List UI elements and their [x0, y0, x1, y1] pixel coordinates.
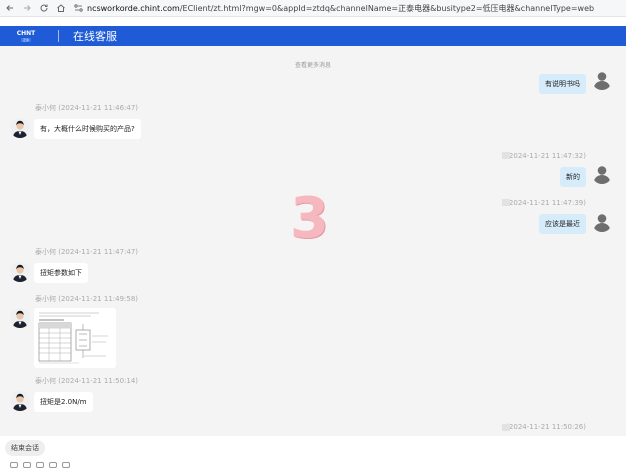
step-number-overlay: 3 — [290, 186, 329, 251]
message-meta: (2024-11-21 11:47:39) — [506, 199, 586, 207]
page-title: 在线客服 — [73, 30, 117, 43]
file-upload-icon[interactable] — [36, 462, 44, 468]
message-meta: 泰小何 (2024-11-21 11:50:14) — [35, 377, 139, 385]
screenshot-icon[interactable] — [49, 462, 57, 468]
logo-subtext: 正泰 — [20, 37, 31, 42]
forward-arrow-icon[interactable] — [20, 1, 34, 15]
message-meta: 泰小何 (2024-11-21 11:46:47) — [35, 104, 139, 112]
image-upload-icon[interactable] — [23, 462, 31, 468]
message-meta: 泰小何 (2024-11-21 11:47:47) — [35, 248, 139, 256]
browser-toolbar: ncsworkorde.chint.com/EClient/zt.html?mg… — [0, 0, 626, 17]
agent-avatar-icon — [10, 391, 30, 411]
input-toolbar — [10, 462, 70, 468]
user-avatar-icon — [592, 164, 612, 184]
home-icon[interactable] — [54, 1, 68, 15]
site-info-icon[interactable] — [74, 2, 83, 14]
app-header: CHNT 正泰 在线客服 — [0, 26, 626, 46]
url-domain: ncsworkorde.chint.com — [87, 3, 180, 13]
user-message: 应该是最近 — [539, 214, 586, 234]
logo-text: CHNT — [16, 29, 36, 37]
torque-spec-image — [36, 310, 114, 366]
image-message-thumbnail[interactable] — [34, 308, 116, 368]
agent-message: 扭矩是2.0N/m — [34, 392, 93, 412]
rating-icon[interactable] — [62, 462, 70, 468]
agent-avatar-icon — [10, 308, 30, 328]
page-margin — [0, 17, 626, 26]
user-name-placeholder — [502, 152, 510, 159]
message-meta: (2024-11-21 11:50:26) — [506, 423, 586, 431]
reload-icon[interactable] — [37, 1, 51, 15]
back-arrow-icon[interactable] — [3, 1, 17, 15]
address-bar[interactable]: ncsworkorde.chint.com/EClient/zt.html?mg… — [74, 2, 594, 15]
message-meta: (2024-11-21 11:47:32) — [506, 152, 586, 160]
header-divider — [58, 30, 59, 42]
user-avatar-icon — [592, 70, 612, 90]
emoji-icon[interactable] — [10, 462, 18, 468]
chat-input-area: 结束会话 — [0, 436, 626, 468]
user-avatar-icon — [592, 212, 612, 232]
agent-message: 扭矩参数如下 — [34, 263, 88, 283]
chnt-logo: CHNT 正泰 — [12, 27, 40, 45]
agent-avatar-icon — [10, 118, 30, 138]
user-message: 有说明书吗 — [539, 74, 586, 94]
user-name-placeholder — [502, 199, 510, 206]
agent-message: 有，大概什么时候购买的产品? — [34, 119, 141, 139]
user-message: 新的 — [560, 167, 586, 187]
load-more-link[interactable]: 查看更多消息 — [0, 60, 626, 69]
user-name-placeholder — [502, 424, 510, 431]
message-meta: 泰小何 (2024-11-21 11:49:58) — [35, 295, 139, 303]
url-path: /EClient/zt.html?mgw=0&appId=ztdq&channe… — [179, 3, 594, 13]
end-session-button[interactable]: 结束会话 — [5, 440, 45, 456]
agent-avatar-icon — [10, 262, 30, 282]
